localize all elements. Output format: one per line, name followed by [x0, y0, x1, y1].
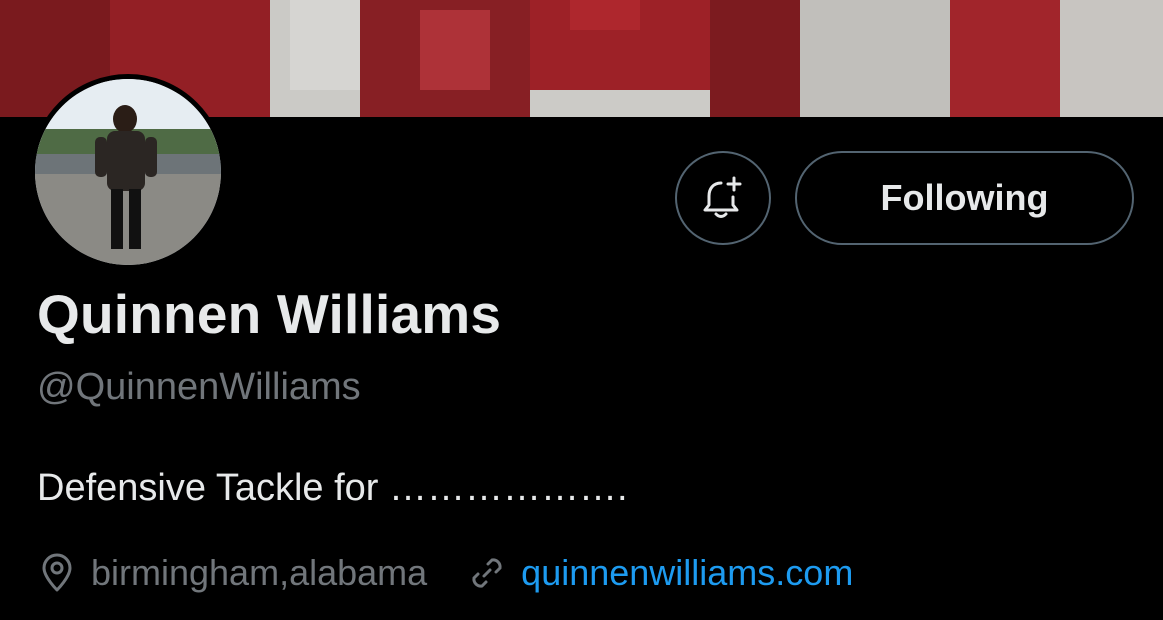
- website-link[interactable]: quinnenwilliams.com: [521, 552, 853, 594]
- profile-avatar[interactable]: [30, 74, 226, 270]
- link-icon: [467, 553, 507, 593]
- profile-bio: Defensive Tackle for ……………….: [37, 467, 628, 509]
- profile-page: Following Quinnen Williams @QuinnenWilli…: [0, 0, 1163, 620]
- location-item: birmingham,alabama: [37, 552, 427, 594]
- bell-plus-icon: [703, 176, 742, 218]
- location-pin-icon: [37, 553, 77, 593]
- website-item: quinnenwilliams.com: [467, 552, 853, 594]
- display-name: Quinnen Williams: [37, 283, 502, 345]
- profile-meta: birmingham,alabama quinnenwilliams.com: [37, 548, 853, 598]
- notification-subscribe-button[interactable]: [675, 151, 771, 245]
- location-text: birmingham,alabama: [91, 552, 428, 593]
- user-handle: @QuinnenWilliams: [37, 366, 361, 408]
- avatar-photo: [35, 79, 221, 265]
- following-button[interactable]: Following: [795, 151, 1134, 245]
